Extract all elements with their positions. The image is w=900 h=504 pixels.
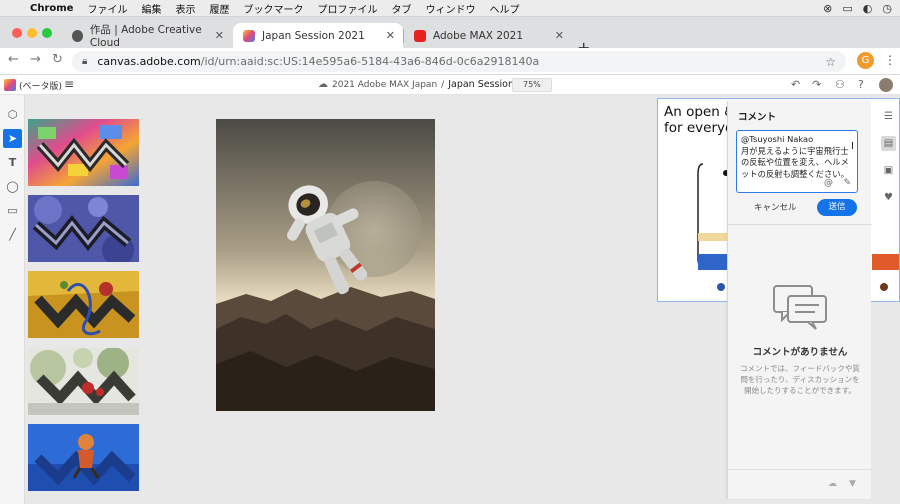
adobe-canvas-logo-icon[interactable] <box>4 79 16 91</box>
profile-avatar[interactable]: G <box>857 52 874 69</box>
menu-item-bookmarks[interactable]: ブックマーク <box>243 1 303 16</box>
menu-item-window[interactable]: ウィンドウ <box>425 1 475 16</box>
comment-input[interactable]: @Tsuyoshi Nakao 月が見えるように宇宙飛行士の反転や位置を変え、ヘ… <box>736 130 858 193</box>
app-header: (ベータ版) ≡ ☁ 2021 Adobe MAX Japan / Japan … <box>0 75 900 95</box>
tab-label: 作品 | Adobe Creative Cloud <box>89 24 202 49</box>
tab-close-icon[interactable]: ✕ <box>386 29 395 42</box>
creative-cloud-icon[interactable]: ⊗ <box>823 2 832 15</box>
filter-icon[interactable]: ▼ <box>849 479 856 489</box>
pin-icon[interactable]: ✎ <box>843 178 851 190</box>
browser-tab-strip: 作品 | Adobe Creative Cloud ✕ Japan Sessio… <box>0 17 900 57</box>
share-user-icon[interactable]: ⚇ <box>835 78 845 91</box>
hamburger-menu-icon[interactable]: ≡ <box>64 77 74 91</box>
menu-item-file[interactable]: ファイル <box>87 1 127 16</box>
breadcrumb-separator: / <box>441 79 445 90</box>
tab-japan-session[interactable]: Japan Session 2021 ✕ <box>233 23 403 48</box>
menu-app-name[interactable]: Chrome <box>30 3 73 14</box>
menu-item-edit[interactable]: 編集 <box>141 1 161 16</box>
artwork-thumbnail[interactable] <box>28 119 139 186</box>
browser-toolbar: ← → ↻ 🔒︎ canvas.adobe.com/id/urn:aaid:sc… <box>0 48 900 75</box>
cancel-button[interactable]: キャンセル <box>754 201 797 213</box>
artwork-thumbnail[interactable] <box>28 348 139 415</box>
bookmark-star-icon[interactable]: ☆ <box>825 55 836 69</box>
tab-label: Japan Session 2021 <box>262 29 365 42</box>
undo-icon[interactable]: ↶ <box>791 78 800 91</box>
menu-item-help[interactable]: ヘルプ <box>489 1 519 16</box>
tab-close-icon[interactable]: ✕ <box>555 29 564 42</box>
breadcrumb-parent[interactable]: 2021 Adobe MAX Japan <box>332 80 437 90</box>
ellipse-tool-icon[interactable]: ◯ <box>3 177 22 196</box>
tab-close-icon[interactable]: ✕ <box>215 29 224 42</box>
right-panel-rail: ☰ ▤ ▣ ♥ <box>877 101 900 211</box>
line-tool-icon[interactable]: ╱ <box>3 225 22 244</box>
menu-item-profile[interactable]: プロファイル <box>317 1 377 16</box>
beta-label: (ベータ版) <box>19 82 63 92</box>
properties-sliders-icon[interactable]: ☰ <box>881 109 896 124</box>
text-cursor-icon: I <box>851 141 854 152</box>
hide-resolved-icon[interactable]: ☁ <box>828 479 837 489</box>
text-tool-icon[interactable]: T <box>3 153 22 172</box>
tool-rail: ⬡ ➤ T ◯ ▭ ╱ <box>0 95 25 504</box>
mac-menu-bar: Chrome ファイル 編集 表示 履歴 ブックマーク プロファイル タブ ウィ… <box>0 0 900 17</box>
rectangle-tool-icon[interactable]: ▭ <box>3 201 22 220</box>
reload-icon[interactable]: ↻ <box>52 52 63 67</box>
control-center-icon[interactable]: ▭ <box>842 2 852 15</box>
menu-item-history[interactable]: 履歴 <box>209 1 229 16</box>
tab-label: Adobe MAX 2021 <box>433 29 524 42</box>
empty-state-title: コメントがありません <box>752 347 848 358</box>
creative-cloud-favicon-icon <box>72 29 83 42</box>
comment-panel-title: コメント <box>738 112 777 123</box>
back-arrow-icon[interactable]: ← <box>8 52 19 67</box>
comment-panel: コメント @Tsuyoshi Nakao 月が見えるように宇宙飛行士の反転や位置… <box>727 101 872 499</box>
artwork-thumbnail[interactable] <box>28 424 139 491</box>
window-minimize-icon[interactable] <box>27 28 37 38</box>
help-icon[interactable]: ? <box>858 78 864 91</box>
artwork-thumbnail[interactable] <box>28 271 139 338</box>
user-avatar[interactable] <box>879 78 893 92</box>
divider <box>728 224 872 225</box>
comment-draft-text: 月が見えるように宇宙飛行士の反転や位置を変え、ヘルメットの反射も調整ください。 <box>741 145 849 179</box>
empty-state-description: コメントでは、フィードバックや質問を行ったり、ディスカッションを開始したりするこ… <box>740 364 860 395</box>
lock-icon[interactable]: 🔒︎ <box>82 56 87 67</box>
redo-icon[interactable]: ↷ <box>812 78 821 91</box>
url-host: canvas.adobe.com <box>97 55 201 68</box>
panel-footer-divider <box>728 469 872 470</box>
window-zoom-icon[interactable] <box>42 28 52 38</box>
likes-heart-icon[interactable]: ♥ <box>881 190 896 205</box>
forward-arrow-icon[interactable]: → <box>30 52 41 67</box>
tab-adobe-max[interactable]: Adobe MAX 2021 ✕ <box>404 23 572 48</box>
menu-item-view[interactable]: 表示 <box>175 1 195 16</box>
mention-at-icon[interactable]: @ <box>824 178 833 190</box>
adobe-favicon-icon <box>414 29 426 42</box>
url-path: /id/urn:aaid:sc:US:14e595a6-5184-43a6-84… <box>200 55 540 68</box>
empty-comments-icon <box>773 285 827 330</box>
sound-icon[interactable]: ◐ <box>863 2 873 15</box>
clock-icon[interactable]: ◷ <box>882 2 892 15</box>
canvas-favicon-icon <box>243 29 255 42</box>
tab-creative-cloud[interactable]: 作品 | Adobe Creative Cloud ✕ <box>62 23 232 49</box>
library-icon[interactable]: ▣ <box>881 163 896 178</box>
select-tool-icon[interactable]: ➤ <box>3 129 22 148</box>
send-button[interactable]: 送信 <box>817 199 857 216</box>
browser-menu-icon[interactable]: ⋮ <box>884 53 896 67</box>
menu-item-tab[interactable]: タブ <box>391 1 411 16</box>
artwork-thumbnail[interactable] <box>28 195 139 262</box>
window-close-icon[interactable] <box>12 28 22 38</box>
comment-mention: @Tsuyoshi Nakao <box>741 134 814 144</box>
cloud-icon: ☁ <box>318 79 328 90</box>
astronaut-poster-image[interactable] <box>216 119 435 411</box>
address-bar[interactable]: 🔒︎ canvas.adobe.com/id/urn:aaid:sc:US:14… <box>72 51 846 72</box>
comments-icon[interactable]: ▤ <box>881 136 896 151</box>
zoom-select[interactable]: 75% <box>512 78 552 92</box>
shapes-tool-icon[interactable]: ⬡ <box>3 105 22 124</box>
